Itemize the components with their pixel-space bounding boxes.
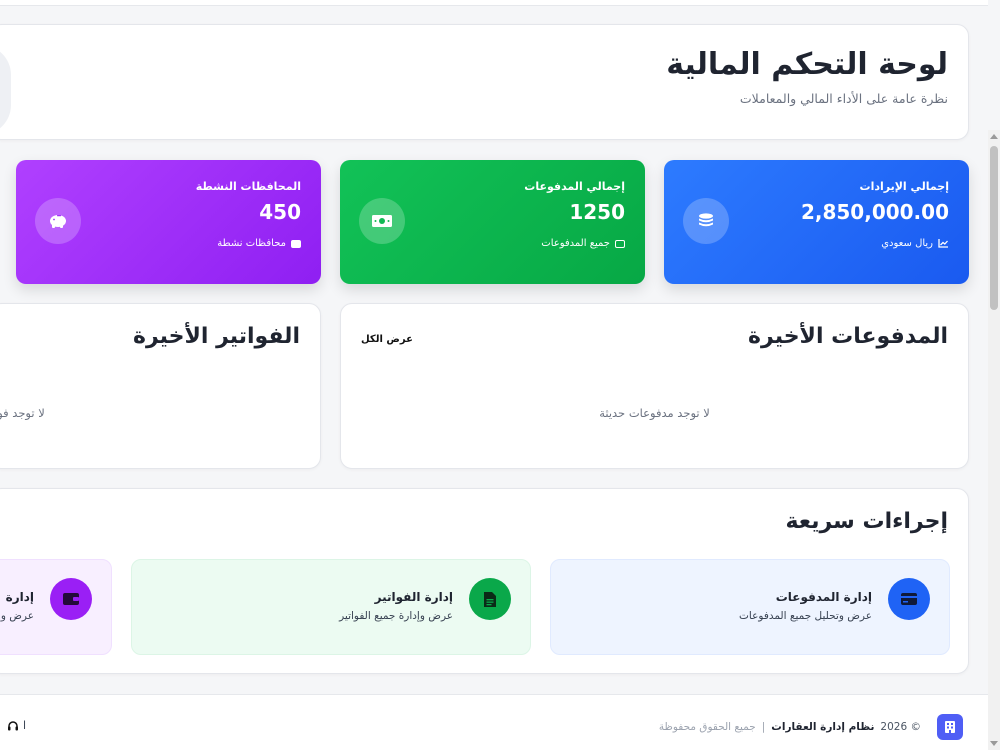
recent-payments-title: المدفوعات الأخيرة xyxy=(748,324,948,349)
credit-card-icon xyxy=(615,239,625,248)
scrollbar-thumb[interactable] xyxy=(990,146,998,310)
quick-actions-title: إجراءات سريعة xyxy=(785,509,948,534)
quick-action-manage-invoices[interactable]: إدارة الفواتير عرض وإدارة جميع الفواتير xyxy=(131,559,531,655)
recent-payments-panel: المدفوعات الأخيرة عرض الكل لا توجد مدفوع… xyxy=(340,303,969,469)
dashboard-viewport: لوحة التحكم المالية نظرة عامة على الأداء… xyxy=(0,6,988,750)
stat-footer-text: ريال سعودي xyxy=(881,238,933,249)
footer-left: ا xyxy=(7,719,26,732)
building-logo-icon xyxy=(937,714,963,740)
chart-line-icon xyxy=(938,239,948,248)
stat-footer: جميع المدفوعات xyxy=(541,238,625,249)
view-all-link[interactable]: عرض الكل xyxy=(361,334,413,345)
quick-action-manage-wallets[interactable]: إدارة عرض وإدار xyxy=(0,559,112,655)
wallet-icon xyxy=(291,239,301,248)
empty-state-text: لا توجد فوا xyxy=(0,406,45,420)
quick-action-manage-payments[interactable]: إدارة المدفوعات عرض وتحليل جميع المدفوعا… xyxy=(550,559,950,655)
credit-card-icon xyxy=(888,578,930,620)
stat-card-active-portfolios: المحافظات النشطة 450 محافظات نشطة xyxy=(16,160,321,284)
stat-label: إجمالي المدفوعات xyxy=(524,180,625,193)
stat-card-total-payments: إجمالي المدفوعات 1250 جميع المدفوعات xyxy=(340,160,645,284)
vertical-scrollbar[interactable] xyxy=(988,130,1000,750)
stat-footer: ريال سعودي xyxy=(881,238,949,249)
money-bill-icon xyxy=(359,198,405,244)
recent-invoices-title: الفواتير الأخيرة xyxy=(133,324,300,349)
footer-text: © 2026 نظام إدارة العقارات | جميع الحقوق… xyxy=(659,721,921,733)
stat-label: إجمالي الإيرادات xyxy=(859,180,949,193)
page-subtitle: نظرة عامة على الأداء المالي والمعاملات xyxy=(739,91,948,106)
empty-state-text: لا توجد مدفوعات حديثة xyxy=(599,406,710,420)
headset-icon[interactable] xyxy=(7,720,19,732)
quick-action-title: إدارة xyxy=(5,590,34,604)
stat-label: المحافظات النشطة xyxy=(195,180,301,193)
coins-icon xyxy=(683,198,729,244)
quick-action-desc: عرض وإدارة جميع الفواتير xyxy=(339,610,453,622)
stat-value: 1250 xyxy=(569,200,625,224)
quick-action-desc: عرض وإدار xyxy=(0,610,34,622)
footer: ا © 2026 نظام إدارة العقارات | جميع الحق… xyxy=(0,694,988,750)
piggy-bank-icon xyxy=(35,198,81,244)
scroll-down-arrow-icon[interactable] xyxy=(990,741,998,746)
quick-action-desc: عرض وتحليل جميع المدفوعات xyxy=(739,610,872,622)
page-header-card: لوحة التحكم المالية نظرة عامة على الأداء… xyxy=(0,24,969,140)
stat-value: 450 xyxy=(259,200,301,224)
quick-action-title: إدارة الفواتير xyxy=(374,590,453,604)
quick-actions-panel: إجراءات سريعة إدارة المدفوعات عرض وتحليل… xyxy=(0,488,969,674)
invoice-icon xyxy=(469,578,511,620)
stat-card-total-revenue: إجمالي الإيرادات 2,850,000.00 ريال سعودي xyxy=(664,160,969,284)
stat-value: 2,850,000.00 xyxy=(800,200,949,224)
stat-footer-text: محافظات نشطة xyxy=(217,238,286,249)
header-decoration xyxy=(0,45,11,135)
footer-copyright: © 2026 xyxy=(880,721,921,733)
stat-footer-text: جميع المدفوعات xyxy=(541,238,610,249)
footer-rights: جميع الحقوق محفوظة xyxy=(658,721,756,733)
wallet-icon xyxy=(50,578,92,620)
page-title: لوحة التحكم المالية xyxy=(666,47,948,82)
recent-invoices-panel: الفواتير الأخيرة لا توجد فوا xyxy=(0,303,321,469)
scroll-up-arrow-icon[interactable] xyxy=(990,134,998,139)
footer-left-text: ا xyxy=(23,719,27,732)
stat-footer: محافظات نشطة xyxy=(217,238,301,249)
footer-brand: نظام إدارة العقارات xyxy=(771,721,875,733)
footer-separator: | xyxy=(761,721,766,733)
quick-action-title: إدارة المدفوعات xyxy=(775,590,872,604)
